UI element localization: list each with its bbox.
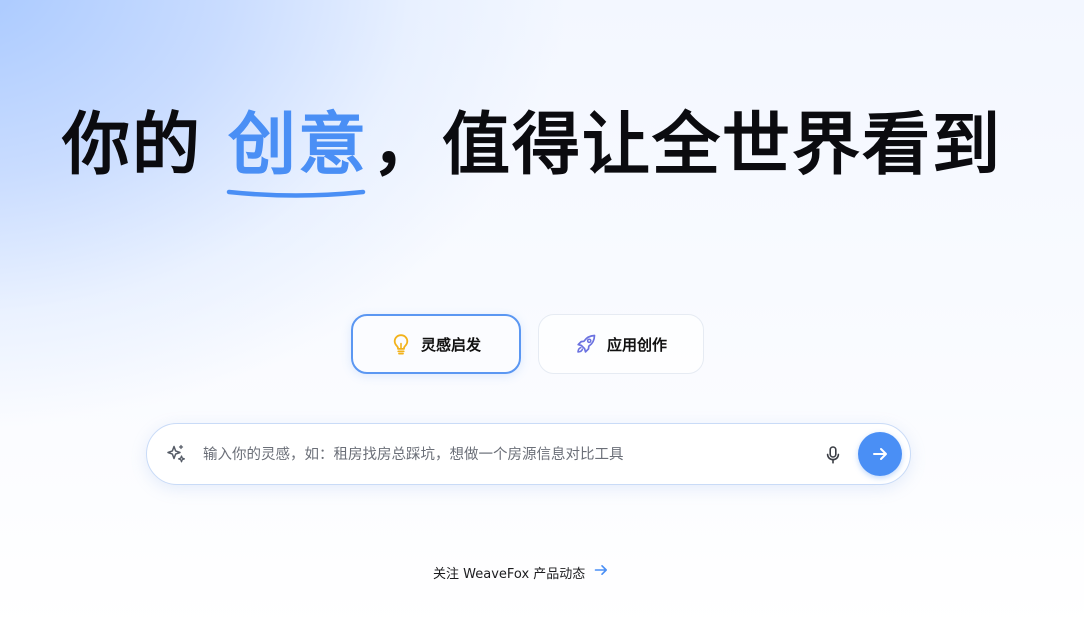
headline-highlight: 创意 [226, 98, 369, 198]
headline-suffix: ，值得让全世界看到 [372, 106, 1003, 185]
mode-button-inspiration[interactable]: 灵感启发 [351, 314, 521, 374]
mode-label-app-creation: 应用创作 [606, 335, 667, 354]
follow-updates-link[interactable]: 关注 WeaveFox 产品动态 [433, 560, 609, 584]
follow-updates-label: 关注 WeaveFox 产品动态 [433, 566, 586, 582]
microphone-icon[interactable] [823, 445, 843, 469]
arrow-right-icon [873, 448, 887, 460]
arrow-right-icon [593, 562, 609, 582]
lightbulb-icon [391, 333, 411, 355]
rocket-icon [575, 333, 597, 355]
mode-button-app-creation[interactable]: 应用创作 [538, 314, 704, 374]
headline-prefix: 你的 [62, 106, 203, 185]
send-button[interactable] [858, 432, 902, 476]
prompt-bar [146, 423, 911, 485]
headline-highlight-text: 创意 [228, 106, 369, 185]
sparkle-icon [165, 443, 187, 469]
hero-headline: 你的 创意 ，值得让全世界看到 [62, 98, 1002, 198]
mode-label-inspiration: 灵感启发 [420, 335, 481, 354]
prompt-input[interactable] [201, 438, 805, 472]
highlight-underline [226, 189, 366, 198]
